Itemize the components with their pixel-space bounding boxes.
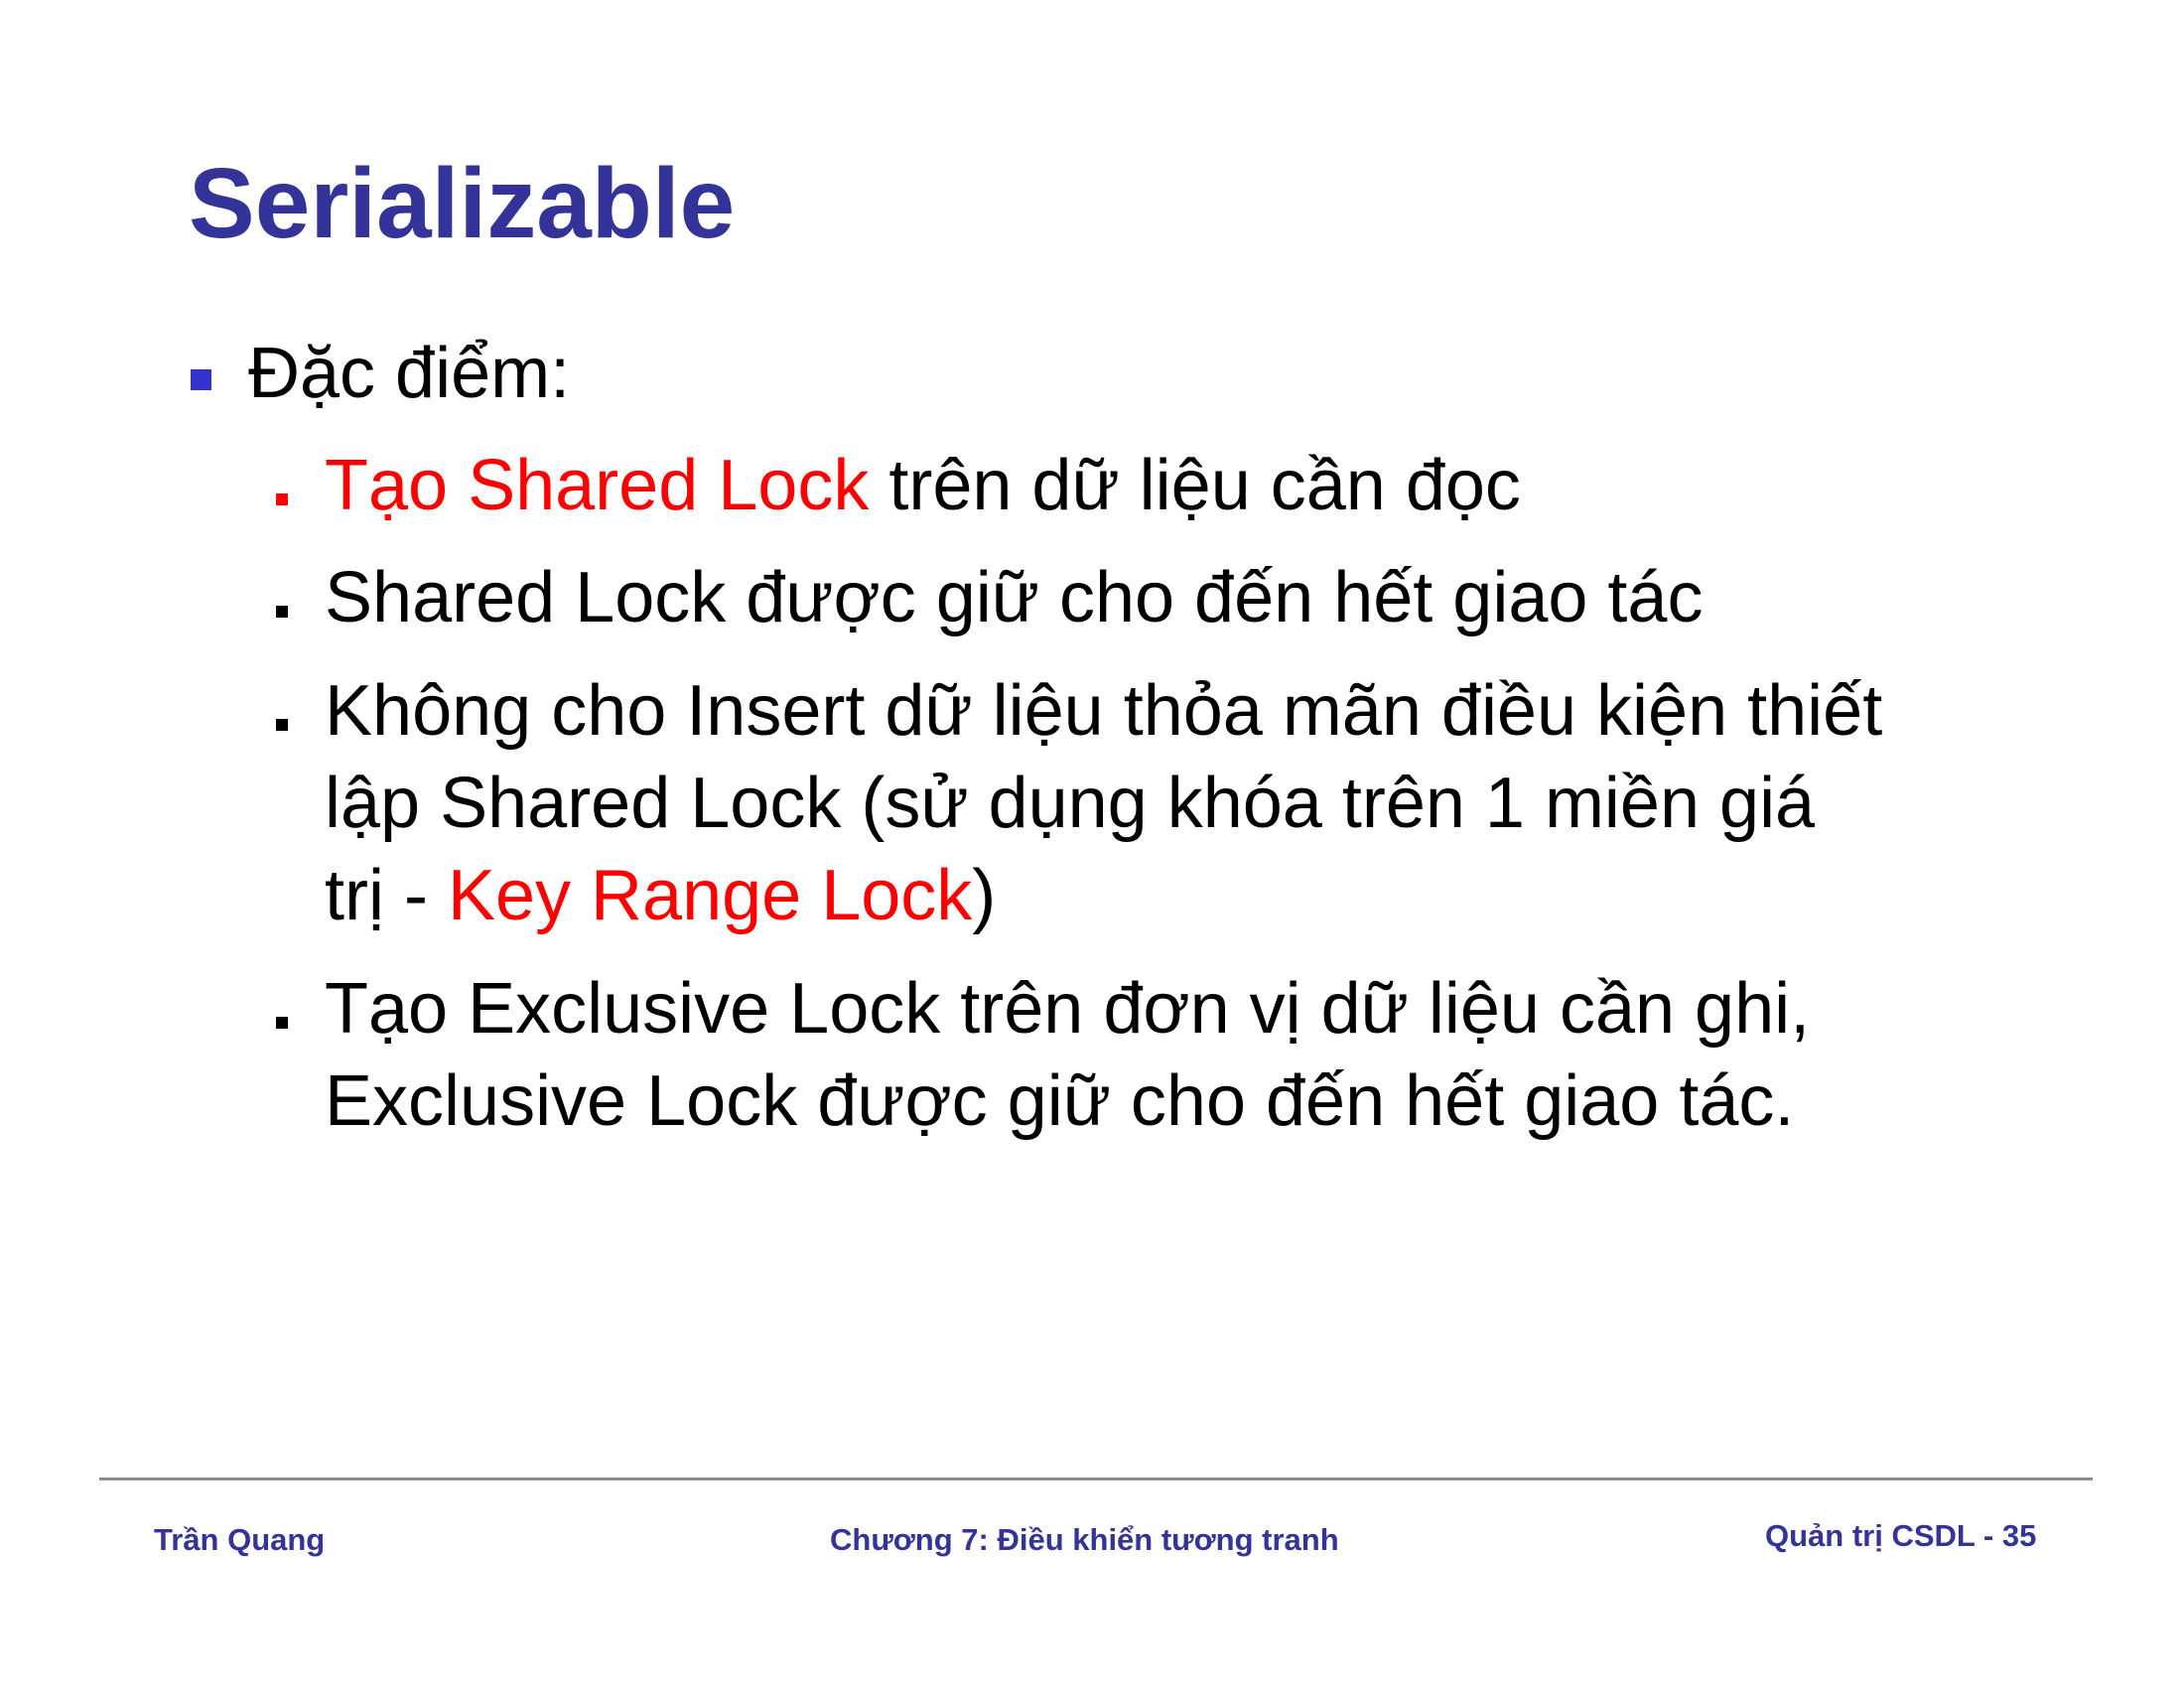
bullet-item-2: Shared Lock được giữ cho đến hết giao tá… — [325, 552, 2072, 644]
square-bullet-icon — [276, 1017, 288, 1029]
bullet-text: ) — [972, 856, 997, 935]
bullet-item-4: Tạo Exclusive Lock trên đơn vị dữ liệu c… — [325, 963, 2072, 1148]
bullet-heading: Đặc điểm: — [248, 334, 571, 413]
highlighted-term: Key Range Lock — [447, 856, 973, 935]
bullet-item-1: Tạo Shared Lock trên dữ liệu cần đọc — [325, 440, 2072, 532]
bullet-item-3: Không cho Insert dữ liệu thỏa mãn điều k… — [325, 665, 2072, 942]
bullet-text-line: Không cho Insert dữ liệu thỏa mãn điều k… — [325, 671, 1883, 751]
highlighted-term: Tạo Shared Lock — [325, 446, 870, 525]
square-bullet-icon — [276, 493, 288, 505]
footer-divider — [99, 1477, 2093, 1480]
bullet-text-line: Exclusive Lock được giữ cho đến hết giao… — [325, 1061, 1795, 1141]
bullet-text-line: Tạo Exclusive Lock trên đơn vị dữ liệu c… — [325, 969, 1811, 1049]
bullet-text-line: trị - Key Range Lock) — [325, 850, 2072, 942]
bullet-text: trị - — [325, 856, 448, 935]
footer-chapter: Chương 7: Điều khiển tương tranh — [830, 1522, 1339, 1557]
bullet-text: Shared Lock được giữ cho đến hết giao tá… — [325, 558, 1704, 637]
slide-title: Serializable — [189, 148, 736, 259]
footer-page-number: Quản trị CSDL - 35 — [1765, 1518, 2037, 1553]
footer-author: Trần Quang — [154, 1522, 326, 1557]
bullet-text: trên dữ liệu cần đọc — [869, 446, 1521, 525]
square-bullet-icon — [276, 606, 288, 618]
square-bullet-icon — [276, 719, 288, 731]
bullet-text-line: lập Shared Lock (sử dụng khóa trên 1 miề… — [325, 764, 1816, 843]
square-bullet-icon — [191, 369, 211, 390]
